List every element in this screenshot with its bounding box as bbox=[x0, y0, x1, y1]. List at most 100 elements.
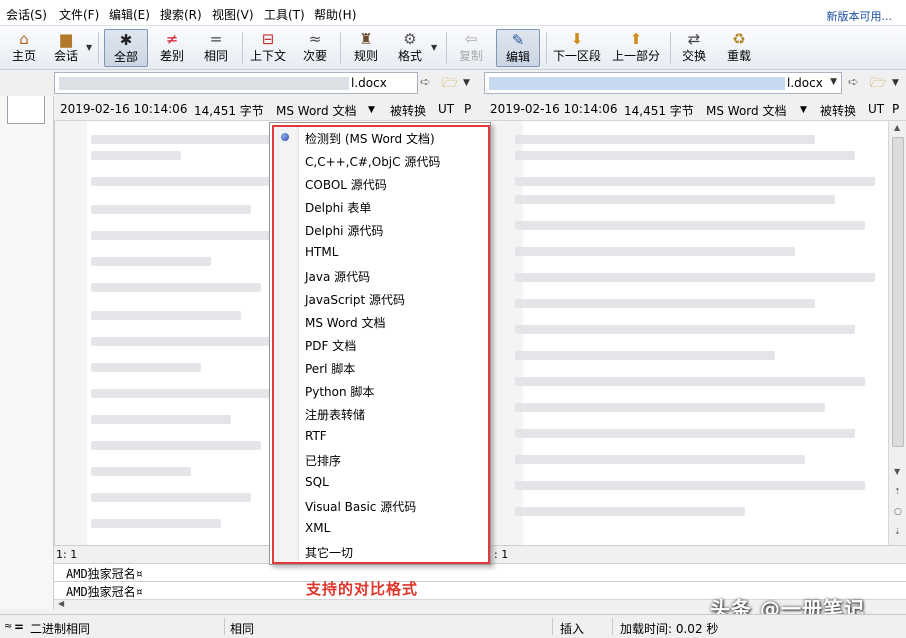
scroll-up-icon[interactable]: ▲ bbox=[894, 123, 900, 132]
right-format-select[interactable]: MS Word 文档 bbox=[706, 102, 786, 119]
format-menu: 检测到 (MS Word 文档) C,C++,C#,ObjC 源代码 COBOL… bbox=[269, 122, 491, 565]
prev-diff-icon[interactable]: ⇡ bbox=[894, 487, 901, 496]
format-menu-item[interactable]: Visual Basic 源代码 bbox=[273, 494, 489, 517]
format-menu-item[interactable]: C,C++,C#,ObjC 源代码 bbox=[273, 149, 489, 172]
scroll-left-icon[interactable]: ◀ bbox=[58, 599, 64, 608]
view-all-button[interactable]: ✱ 全部 bbox=[104, 29, 148, 67]
left-format-select[interactable]: MS Word 文档 bbox=[276, 102, 356, 119]
right-format-dropdown-icon[interactable]: ▼ bbox=[800, 105, 807, 115]
context-button[interactable]: ⊟ 上下文 bbox=[248, 29, 288, 67]
toolbar-divider bbox=[446, 32, 447, 64]
not-equal-icon: ≠ bbox=[165, 30, 179, 48]
view-diff-button[interactable]: ≠ 差别 bbox=[154, 29, 190, 67]
format-menu-item[interactable]: RTF bbox=[273, 425, 489, 448]
scroll-down-icon[interactable]: ▼ bbox=[894, 467, 900, 476]
format-menu-item[interactable]: JavaScript 源代码 bbox=[273, 287, 489, 310]
file-path-row: l.docx ➪ 🗁 ▼ l.docx ▼ ➪ 🗁 ▼ bbox=[0, 70, 906, 96]
rules-button[interactable]: ♜ 规则 bbox=[348, 29, 384, 67]
left-file-name: l.docx bbox=[351, 76, 387, 90]
left-format-dropdown-icon[interactable]: ▼ bbox=[368, 105, 375, 115]
right-folder-dropdown-icon[interactable]: ▼ bbox=[892, 78, 899, 88]
right-text-pane[interactable] bbox=[490, 121, 888, 545]
swap-button[interactable]: ⇄ 交换 bbox=[678, 29, 710, 67]
format-menu-item[interactable]: 已排序 bbox=[273, 448, 489, 471]
reload-icon: ♻ bbox=[732, 30, 746, 48]
format-menu-item[interactable]: Delphi 表单 bbox=[273, 195, 489, 218]
right-open-folder-icon[interactable]: 🗁 bbox=[870, 74, 886, 96]
arrow-left-icon: ⇦ bbox=[464, 30, 478, 48]
right-file-size: 14,451 字节 bbox=[624, 104, 694, 118]
equal-symbol-icon: = bbox=[14, 620, 25, 634]
format-menu-item[interactable]: Java 源代码 bbox=[273, 264, 489, 287]
format-menu-item[interactable]: COBOL 源代码 bbox=[273, 172, 489, 195]
menu-edit[interactable]: 编辑(E) bbox=[109, 6, 150, 23]
right-p-label: P bbox=[892, 102, 900, 116]
briefcase-icon: ▆ bbox=[60, 30, 72, 48]
format-menu-item[interactable]: PDF 文档 bbox=[273, 333, 489, 356]
format-menu-item[interactable]: Delphi 源代码 bbox=[273, 218, 489, 241]
left-conversion-label[interactable]: 被转换 bbox=[390, 102, 426, 119]
format-menu-item[interactable]: Perl 脚本 bbox=[273, 356, 489, 379]
left-p-label[interactable]: P bbox=[464, 102, 471, 116]
toolbar-divider bbox=[340, 32, 341, 64]
right-conversion-label: 被转换 bbox=[820, 104, 857, 118]
menu-search[interactable]: 搜索(R) bbox=[160, 6, 202, 23]
swap-icon: ⇄ bbox=[687, 30, 701, 48]
menu-session[interactable]: 会话(S) bbox=[6, 6, 47, 23]
status-same: 相同 bbox=[230, 622, 255, 636]
view-same-button[interactable]: = 相同 bbox=[196, 29, 236, 67]
home-button[interactable]: ⌂ 主页 bbox=[6, 29, 42, 67]
menu-bar: 会话(S) 文件(F) 编辑(E) 搜索(R) 视图(V) 工具(T) 帮助(H… bbox=[0, 0, 906, 26]
status-insert-mode: 插入 bbox=[560, 622, 585, 636]
left-gutter bbox=[55, 121, 87, 545]
menu-tools[interactable]: 工具(T) bbox=[264, 6, 305, 23]
current-diff-icon[interactable]: ○ bbox=[894, 507, 902, 517]
right-path-input[interactable]: l.docx ▼ bbox=[484, 72, 842, 94]
left-encoding-label[interactable]: UT bbox=[438, 102, 454, 116]
format-menu-item[interactable]: SQL bbox=[273, 471, 489, 494]
session-button[interactable]: ▆ 会话 bbox=[48, 29, 84, 67]
asterisk-icon: ✱ bbox=[119, 31, 133, 49]
vertical-scrollbar[interactable]: ▲ ▼ ⇡ ○ ⇣ bbox=[888, 121, 906, 545]
format-menu-item[interactable]: 其它一切 bbox=[273, 540, 489, 563]
reload-button[interactable]: ♻ 重载 bbox=[722, 29, 756, 67]
right-file-date: 2019-02-16 10:14:06 bbox=[490, 102, 618, 116]
referee-icon: ♜ bbox=[359, 30, 373, 48]
right-next-icon[interactable]: ➪ bbox=[848, 75, 859, 90]
equal-icon: = bbox=[209, 30, 223, 48]
format-menu-item[interactable]: HTML bbox=[273, 241, 489, 264]
menu-help[interactable]: 帮助(H) bbox=[314, 6, 356, 23]
home-icon: ⌂ bbox=[19, 30, 29, 48]
format-menu-item[interactable]: XML bbox=[273, 517, 489, 540]
file-info-row: 2019-02-16 10:14:06 14,451 字节 MS Word 文档… bbox=[54, 97, 906, 121]
session-dropdown-icon[interactable]: ▼ bbox=[86, 43, 92, 52]
format-menu-item[interactable]: 注册表转储 bbox=[273, 402, 489, 425]
toolbar: ⌂ 主页 ▆ 会话 ▼ ✱ 全部 ≠ 差别 = 相同 ⊟ 上下文 ≈ 次要 ♜ … bbox=[0, 26, 906, 70]
scrollbar-thumb[interactable] bbox=[892, 137, 904, 447]
approx-icon: ≈ bbox=[308, 30, 322, 48]
new-version-link[interactable]: 新版本可用... bbox=[827, 8, 893, 24]
menu-view[interactable]: 视图(V) bbox=[212, 6, 254, 23]
edit-button[interactable]: ✎ 编辑 bbox=[496, 29, 540, 67]
context-icon: ⊟ bbox=[261, 30, 275, 48]
prev-part-button[interactable]: ⬆ 上一部分 bbox=[610, 29, 662, 67]
format-menu-item[interactable]: MS Word 文档 bbox=[273, 310, 489, 333]
format-dropdown-icon[interactable]: ▼ bbox=[431, 43, 437, 52]
menu-file[interactable]: 文件(F) bbox=[59, 6, 99, 23]
format-button[interactable]: ⚙ 格式 bbox=[392, 29, 428, 67]
copy-button[interactable]: ⇦ 复制 bbox=[454, 29, 488, 67]
thumbnail-overview[interactable] bbox=[0, 70, 54, 610]
format-menu-item[interactable]: Python 脚本 bbox=[273, 379, 489, 402]
left-folder-dropdown-icon[interactable]: ▼ bbox=[463, 78, 470, 88]
left-path-input[interactable]: l.docx bbox=[54, 72, 418, 94]
left-file-date: 2019-02-16 10:14:06 bbox=[60, 102, 188, 116]
next-section-button[interactable]: ⬇ 下一区段 bbox=[552, 29, 602, 67]
next-diff-icon[interactable]: ⇣ bbox=[894, 527, 901, 536]
left-next-icon[interactable]: ➪ bbox=[420, 75, 431, 90]
right-path-dropdown-icon[interactable]: ▼ bbox=[830, 77, 837, 87]
minor-button[interactable]: ≈ 次要 bbox=[296, 29, 334, 67]
left-open-folder-icon[interactable]: 🗁 bbox=[442, 74, 458, 96]
toolbar-divider bbox=[670, 32, 671, 64]
left-current-line: AMD独家冠名¤ bbox=[66, 567, 143, 581]
format-menu-item[interactable]: 检测到 (MS Word 文档) bbox=[273, 126, 489, 149]
